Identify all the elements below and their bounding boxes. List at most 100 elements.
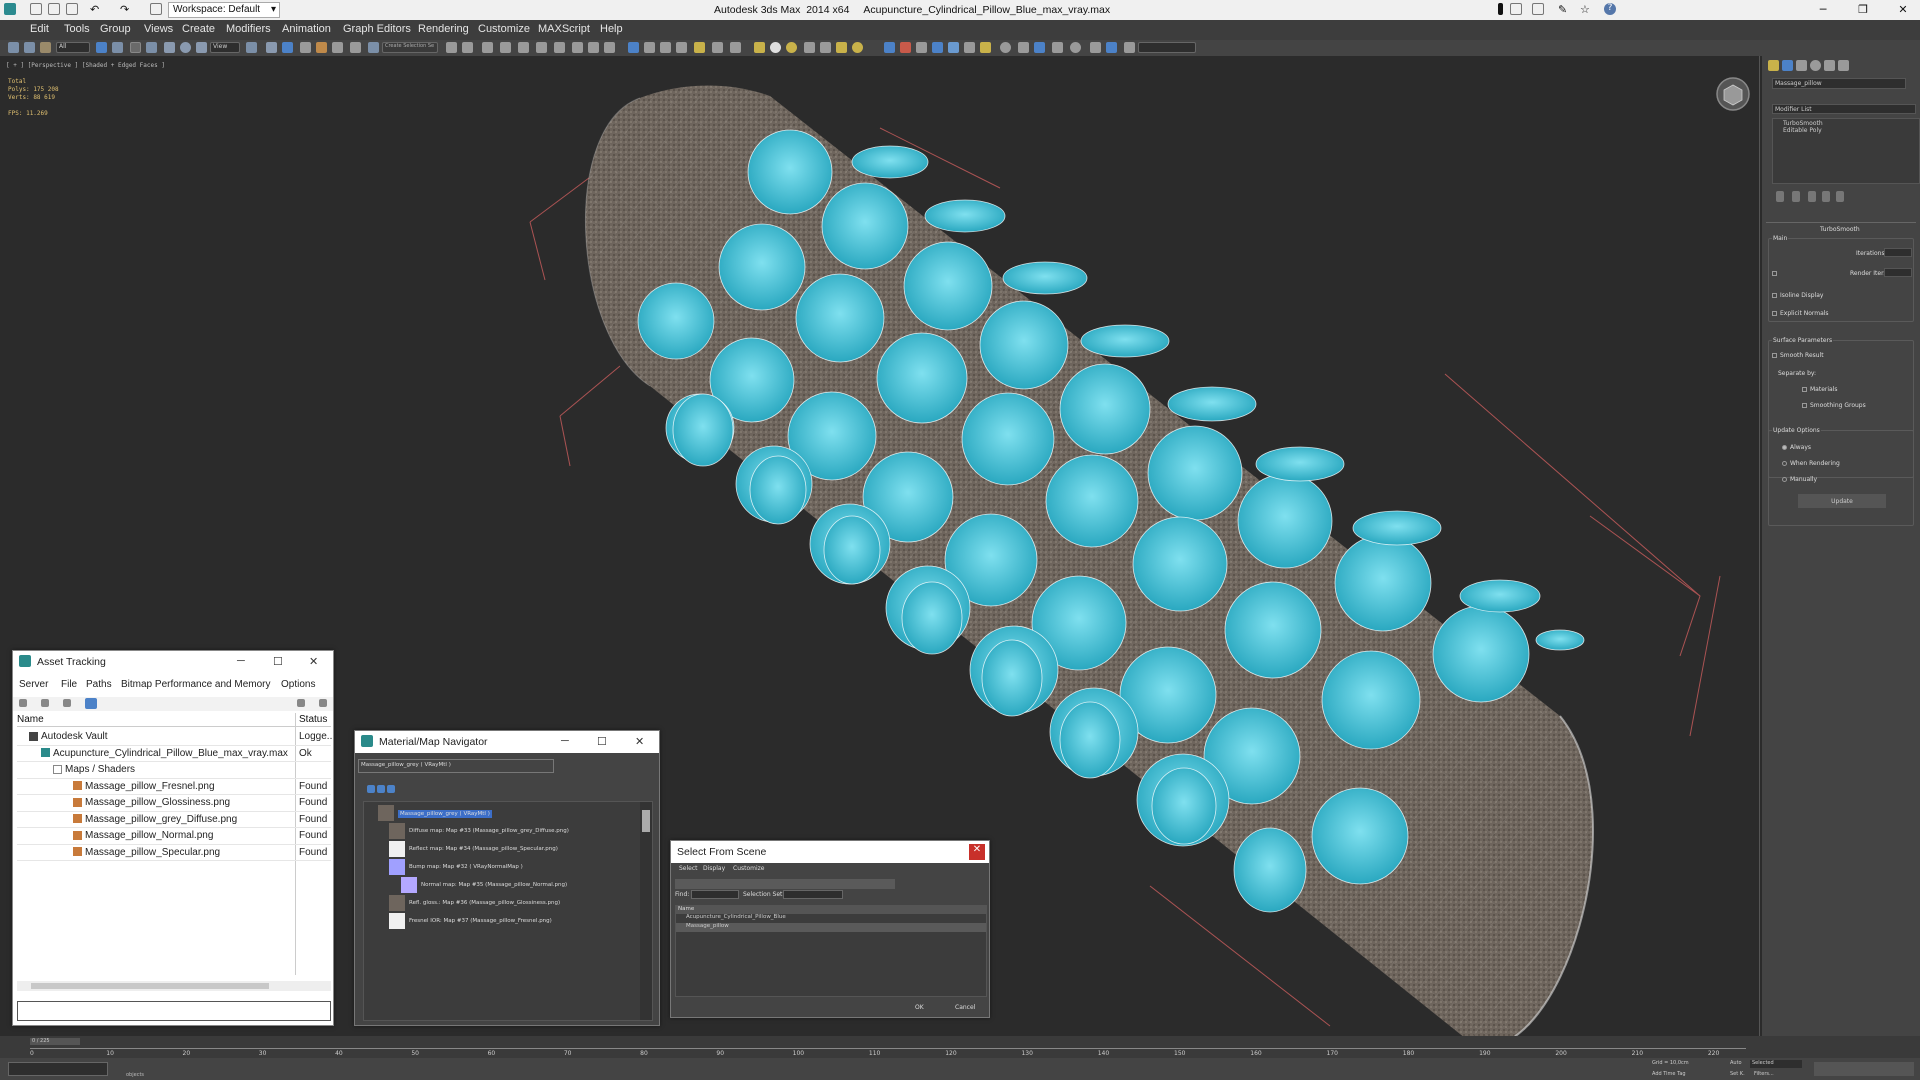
motion-tab-icon[interactable]	[1810, 60, 1821, 71]
materials-checkbox[interactable]: Materials	[1802, 386, 1838, 393]
selection-set-dropdown[interactable]	[783, 890, 843, 899]
at-row-diffuse[interactable]: Massage_pillow_grey_Diffuse.png Found	[17, 812, 331, 828]
menu-help[interactable]: Help	[600, 23, 623, 35]
vray-toolbar-icon-6[interactable]	[712, 42, 723, 53]
menu-rendering[interactable]: Rendering	[418, 23, 469, 35]
new-file-icon[interactable]	[30, 3, 42, 15]
render-iters-checkbox[interactable]	[1772, 270, 1780, 277]
vray-toolbar-icon-18[interactable]	[932, 42, 943, 53]
vray-toolbar-icon-1[interactable]	[628, 42, 639, 53]
vray-toolbar-icon-16[interactable]	[900, 42, 911, 53]
at-menu-paths[interactable]: Paths	[86, 679, 112, 690]
at-horizontal-scrollbar[interactable]	[17, 981, 331, 991]
when-rendering-radio[interactable]: When Rendering	[1782, 460, 1840, 467]
unlink-icon[interactable]	[24, 42, 35, 53]
time-slider[interactable]: 0 / 225	[30, 1038, 80, 1045]
add-time-tag[interactable]: Add Time Tag	[1652, 1071, 1686, 1077]
ok-button[interactable]: OK	[915, 1004, 924, 1011]
select-link-icon[interactable]	[8, 42, 19, 53]
window-crossing-icon[interactable]	[146, 42, 157, 53]
material-editor-icon[interactable]	[554, 42, 565, 53]
key-filter-dropdown[interactable]: Selected	[1750, 1060, 1802, 1068]
update-button[interactable]: Update	[1798, 494, 1886, 508]
stack-item-turbosmooth[interactable]: TurboSmooth	[1775, 120, 1917, 127]
spinner-snap-icon[interactable]	[350, 42, 361, 53]
close-icon[interactable]: ✕	[309, 655, 318, 668]
create-tab-icon[interactable]	[1768, 60, 1779, 71]
help-icon[interactable]: ?	[1604, 3, 1616, 15]
smoothing-groups-checkbox[interactable]: Smoothing Groups	[1802, 402, 1866, 409]
manually-radio[interactable]: Manually	[1782, 476, 1817, 483]
at-help-icon[interactable]	[297, 699, 305, 707]
modify-tab-icon[interactable]	[1782, 60, 1793, 71]
smooth-result-checkbox[interactable]: Smooth Result	[1772, 352, 1824, 359]
playback-controls[interactable]	[1814, 1062, 1914, 1076]
schematic-view-icon[interactable]	[536, 42, 547, 53]
menu-modifiers[interactable]: Modifiers	[226, 23, 271, 35]
menu-views[interactable]: Views	[144, 23, 173, 35]
select-object-icon[interactable]	[96, 42, 107, 53]
menu-group[interactable]: Group	[100, 23, 131, 35]
restore-icon[interactable]: ❐	[1855, 3, 1871, 16]
save-file-icon[interactable]	[66, 3, 78, 15]
at-col-name[interactable]: Name	[17, 714, 44, 725]
bind-spacewarp-icon[interactable]	[40, 42, 51, 53]
vray-light-icon[interactable]	[694, 42, 705, 53]
utilities-tab-icon[interactable]	[1838, 60, 1849, 71]
menu-graph-editors[interactable]: Graph Editors	[343, 23, 411, 35]
view-large-icon[interactable]	[387, 785, 395, 793]
maxscript-listener[interactable]	[8, 1062, 108, 1076]
edit-named-selection-icon[interactable]	[368, 42, 379, 53]
select-by-name-icon[interactable]	[112, 42, 123, 53]
vray-toolbar-icon-23[interactable]	[1018, 42, 1029, 53]
rotate-icon[interactable]	[180, 42, 191, 53]
hierarchy-tab-icon[interactable]	[1796, 60, 1807, 71]
sfs-menu-customize[interactable]: Customize	[733, 865, 765, 872]
vray-toolbar-icon-3[interactable]	[660, 42, 671, 53]
make-unique-icon[interactable]	[1808, 191, 1816, 202]
mn-vertical-scrollbar[interactable]	[640, 802, 652, 1020]
mn-row-bump[interactable]: Bump map: Map #32 ( VRayNormalMap )	[375, 858, 655, 876]
always-radio[interactable]: Always	[1782, 444, 1811, 451]
at-row-fresnel[interactable]: Massage_pillow_Fresnel.png Found	[17, 779, 331, 795]
keyboard-shortcut-override-icon[interactable]	[282, 42, 293, 53]
menu-customize[interactable]: Customize	[478, 23, 530, 35]
at-toolbar-icon-2[interactable]	[41, 699, 49, 707]
menu-animation[interactable]: Animation	[282, 23, 331, 35]
vray-toolbar-icon-11[interactable]	[804, 42, 815, 53]
selection-filter-dropdown[interactable]: All	[56, 42, 90, 53]
tools-icon[interactable]: ✎	[1558, 3, 1570, 16]
minimize-icon[interactable]: ─	[1815, 3, 1831, 16]
named-selection-sets-dropdown[interactable]: Create Selection Se	[382, 42, 438, 53]
sfs-col-name[interactable]: Name	[676, 906, 986, 914]
mn-row-root[interactable]: Massage_pillow_grey ( VRayMtl )	[378, 804, 658, 822]
mn-row-glossiness[interactable]: Refl. gloss.: Map #36 (Massage_pillow_Gl…	[375, 894, 655, 912]
vray-toolbar-icon-15[interactable]	[884, 42, 895, 53]
vray-toolbar-icon-20[interactable]	[964, 42, 975, 53]
close-icon[interactable]: ✕	[635, 735, 644, 748]
vray-toolbar-icon-22[interactable]	[1000, 42, 1011, 53]
rendered-frame-window-icon[interactable]	[588, 42, 599, 53]
show-end-result-icon[interactable]	[1792, 191, 1800, 202]
auto-key-button[interactable]: Auto	[1730, 1060, 1742, 1066]
sfs-filter-toolbar[interactable]	[675, 879, 895, 889]
at-row-max-file[interactable]: Acupuncture_Cylindrical_Pillow_Blue_max_…	[17, 746, 331, 762]
mirror-icon[interactable]	[446, 42, 457, 53]
remove-modifier-icon[interactable]	[1822, 191, 1830, 202]
vray-toolbar-icon-21[interactable]	[980, 42, 991, 53]
vray-toolbar-icon-4[interactable]	[676, 42, 687, 53]
vray-toolbar-icon-25[interactable]	[1052, 42, 1063, 53]
at-pin-icon[interactable]	[319, 699, 327, 707]
workspace-dropdown[interactable]: Workspace: Default ▾	[168, 2, 280, 18]
menu-create[interactable]: Create	[182, 23, 215, 35]
minimize-icon[interactable]: ─	[237, 655, 245, 667]
explicit-normals-checkbox[interactable]: Explicit Normals	[1772, 310, 1829, 317]
menu-tools[interactable]: Tools	[64, 23, 90, 35]
sfs-item-pillow-group[interactable]: Acupuncture_Cylindrical_Pillow_Blue	[676, 914, 986, 923]
vray-toolbar-icon-27[interactable]	[1090, 42, 1101, 53]
layer-manager-icon[interactable]	[482, 42, 493, 53]
sfs-menu-select[interactable]: Select	[679, 865, 698, 872]
select-manipulate-icon[interactable]	[266, 42, 277, 53]
object-name-field[interactable]: Massage_pillow	[1772, 78, 1906, 89]
view-list-icon[interactable]	[367, 785, 375, 793]
